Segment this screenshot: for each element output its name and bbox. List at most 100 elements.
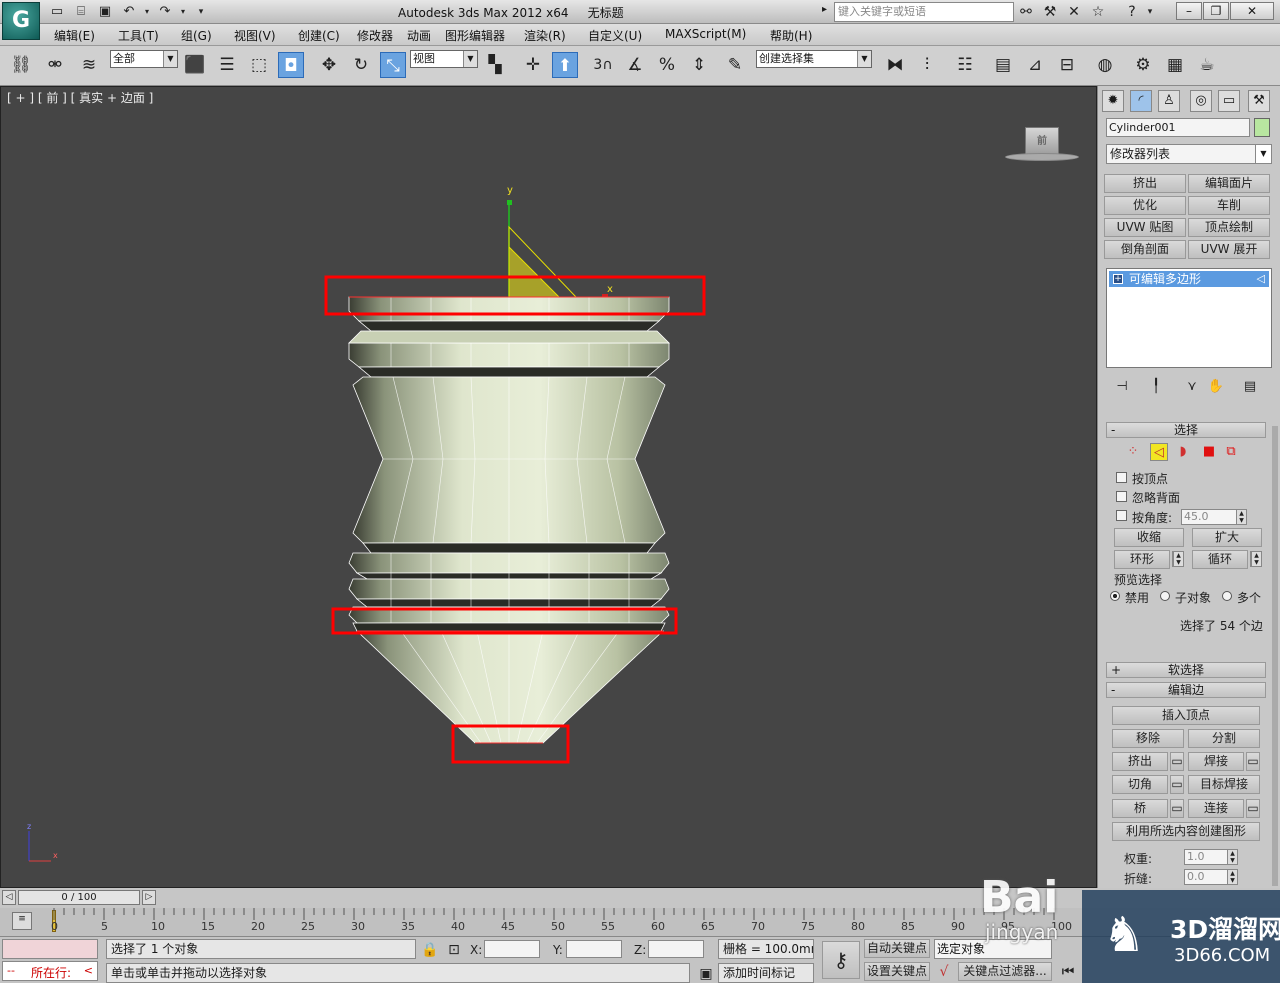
object-color-swatch[interactable] [1254,118,1270,137]
help-search-input[interactable]: 键入关键字或短语 [834,2,1014,22]
script-line-field[interactable]: -- 所在行: < [2,961,98,981]
save-file-icon[interactable]: ▣ [96,3,114,21]
transform-gizmo[interactable]: y x [507,185,613,300]
mod-optimize-button[interactable]: 优化 [1104,196,1186,215]
element-mode-icon[interactable]: ⧉ [1222,443,1240,461]
loop-button[interactable]: 循环 [1192,550,1248,569]
modify-tab-icon[interactable]: ◜ [1130,90,1152,112]
preview-subobject-radio[interactable] [1160,591,1170,601]
mod-vertex-paint-button[interactable]: 顶点绘制 [1188,218,1270,237]
expand-plus-icon[interactable]: + [1113,274,1123,284]
spinner-arrows-icon[interactable]: ▲ ▼ [1227,870,1237,884]
select-scale-icon[interactable]: ⤡ [380,52,406,78]
spinner-arrows-icon[interactable]: ▲ ▼ [1227,850,1237,864]
chamfer-settings-button[interactable]: ▭ [1170,775,1184,794]
angle-spinner[interactable]: 45.0 ▲ ▼ [1181,509,1247,525]
ignore-backfacing-checkbox[interactable] [1116,491,1127,502]
mod-uvw-map-button[interactable]: UVW 贴图 [1104,218,1186,237]
mod-edit-patch-button[interactable]: 编辑面片 [1188,174,1270,193]
command-panel-scrollbar[interactable] [1272,426,1278,886]
redo-icon[interactable]: ↷ [156,3,174,21]
menu-group[interactable]: 组(G) [181,27,212,44]
snaps-toggle-icon[interactable]: 3∩ [590,52,616,78]
weld-button[interactable]: 焊接 [1188,752,1244,771]
layer-manager-icon[interactable]: ☷ [952,52,978,78]
communication-icon[interactable]: ✕ [1064,3,1084,21]
utilities-tab-icon[interactable]: ⚒ [1248,90,1270,112]
undo-icon[interactable]: ↶ [120,3,138,21]
mod-unwrap-uvw-button[interactable]: UVW 展开 [1188,240,1270,259]
menu-animation[interactable]: 动画 [407,27,431,44]
selection-rollout-header[interactable]: - 选择 [1106,422,1266,438]
configure-sets-icon[interactable]: ▤ [1240,378,1260,396]
menu-rendering[interactable]: 渲染(R) [524,27,566,44]
bridge-button[interactable]: 桥 [1112,799,1168,818]
link-icon[interactable]: ⛓ [8,52,34,78]
mod-bevel-profile-button[interactable]: 倒角剖面 [1104,240,1186,259]
menu-maxscript[interactable]: MAXScript(M) [665,27,746,41]
stack-item-editable-poly[interactable]: + 可编辑多边形 ◁ [1109,271,1269,287]
edit-edges-rollout-header[interactable]: - 编辑边 [1106,682,1266,698]
time-tag-icon[interactable]: ▣ [696,965,716,983]
extrude-settings-button[interactable]: ▭ [1170,752,1184,771]
hierarchy-tab-icon[interactable]: ♙ [1158,90,1180,112]
curve-editor-icon[interactable]: ⊿ [1022,52,1048,78]
redo-dropdown-icon[interactable]: ▾ [174,3,192,21]
bind-spacewarp-icon[interactable]: ≋ [76,52,102,78]
angle-snap-icon[interactable]: ∡ [622,52,648,78]
favorites-star-icon[interactable]: ☆ [1088,3,1108,21]
grow-button[interactable]: 扩大 [1192,528,1262,547]
spinner-snap-icon[interactable]: ⇕ [686,52,712,78]
select-object-icon[interactable]: ⬛ [182,52,208,78]
object-name-field[interactable]: Cylinder001 [1106,118,1250,137]
modifier-stack[interactable]: + 可编辑多边形 ◁ [1106,268,1272,368]
insert-vertex-button[interactable]: 插入顶点 [1112,706,1260,725]
z-coordinate-field[interactable] [648,940,704,958]
select-rotate-icon[interactable]: ↻ [348,52,374,78]
close-button[interactable]: ✕ [1230,2,1274,20]
align-icon[interactable]: ⫶ [914,52,940,78]
select-by-name-icon[interactable]: ☰ [214,52,240,78]
rendered-frame-icon[interactable]: ▦ [1162,52,1188,78]
window-crossing-icon[interactable]: ◘ [278,52,304,78]
select-manipulate-icon[interactable]: ✛ [520,52,546,78]
add-time-tag-field[interactable]: 添加时间标记 [718,963,814,983]
go-to-start-icon[interactable]: ⏮ [1058,963,1078,981]
undo-dropdown-icon[interactable]: ▾ [138,3,156,21]
help-dropdown-icon[interactable]: ▾ [1140,3,1160,21]
percent-snap-icon[interactable]: % [654,52,680,78]
split-button[interactable]: 分割 [1188,729,1260,748]
subscription-icon[interactable]: ⚒ [1040,3,1060,21]
open-file-icon[interactable]: ⌸ [72,3,90,21]
connect-button[interactable]: 连接 [1188,799,1244,818]
create-tab-icon[interactable]: ✹ [1102,90,1124,112]
polygon-mode-icon[interactable]: ■ [1200,443,1218,461]
spinner-arrows-icon[interactable]: ▲ ▼ [1236,510,1246,524]
shrink-button[interactable]: 收缩 [1114,528,1184,547]
new-file-icon[interactable]: ▭ [48,3,66,21]
binoculars-icon[interactable]: ⚯ [1016,3,1036,21]
mod-extrude-button[interactable]: 挤出 [1104,174,1186,193]
keyboard-shortcut-override-icon[interactable]: ⬆ [552,52,578,78]
quick-access-more-icon[interactable]: ▾ [192,3,210,21]
rect-selection-region-icon[interactable]: ⬚ [246,52,272,78]
graphite-tools-icon[interactable]: ▤ [990,52,1016,78]
help-icon[interactable]: ? [1122,3,1142,21]
soft-selection-rollout-header[interactable]: + 软选择 [1106,662,1266,678]
scene-view[interactable]: y x z x [1,87,1096,887]
minimize-button[interactable]: – [1176,2,1202,20]
edit-named-selection-icon[interactable]: ✎ [722,52,748,78]
pin-stack-icon[interactable]: ⊣ [1112,378,1132,396]
remove-button[interactable]: 移除 [1112,729,1184,748]
spinner-arrows-icon[interactable]: ▲ ▼ [1251,552,1261,566]
reference-coordinate-dropdown[interactable]: 视图 ▼ [410,50,478,68]
motion-tab-icon[interactable]: ◎ [1190,90,1212,112]
spinner-arrows-icon[interactable]: ▲ ▼ [1173,552,1183,566]
search-expand-icon[interactable]: ▸ [822,4,827,15]
render-production-icon[interactable]: ☕ [1194,52,1220,78]
schematic-view-icon[interactable]: ⊟ [1054,52,1080,78]
auto-key-button[interactable]: 自动关键点 [864,939,930,958]
maximize-button[interactable]: ❐ [1203,2,1229,20]
extrude-button[interactable]: 挤出 [1112,752,1168,771]
preview-off-radio[interactable] [1110,591,1120,601]
